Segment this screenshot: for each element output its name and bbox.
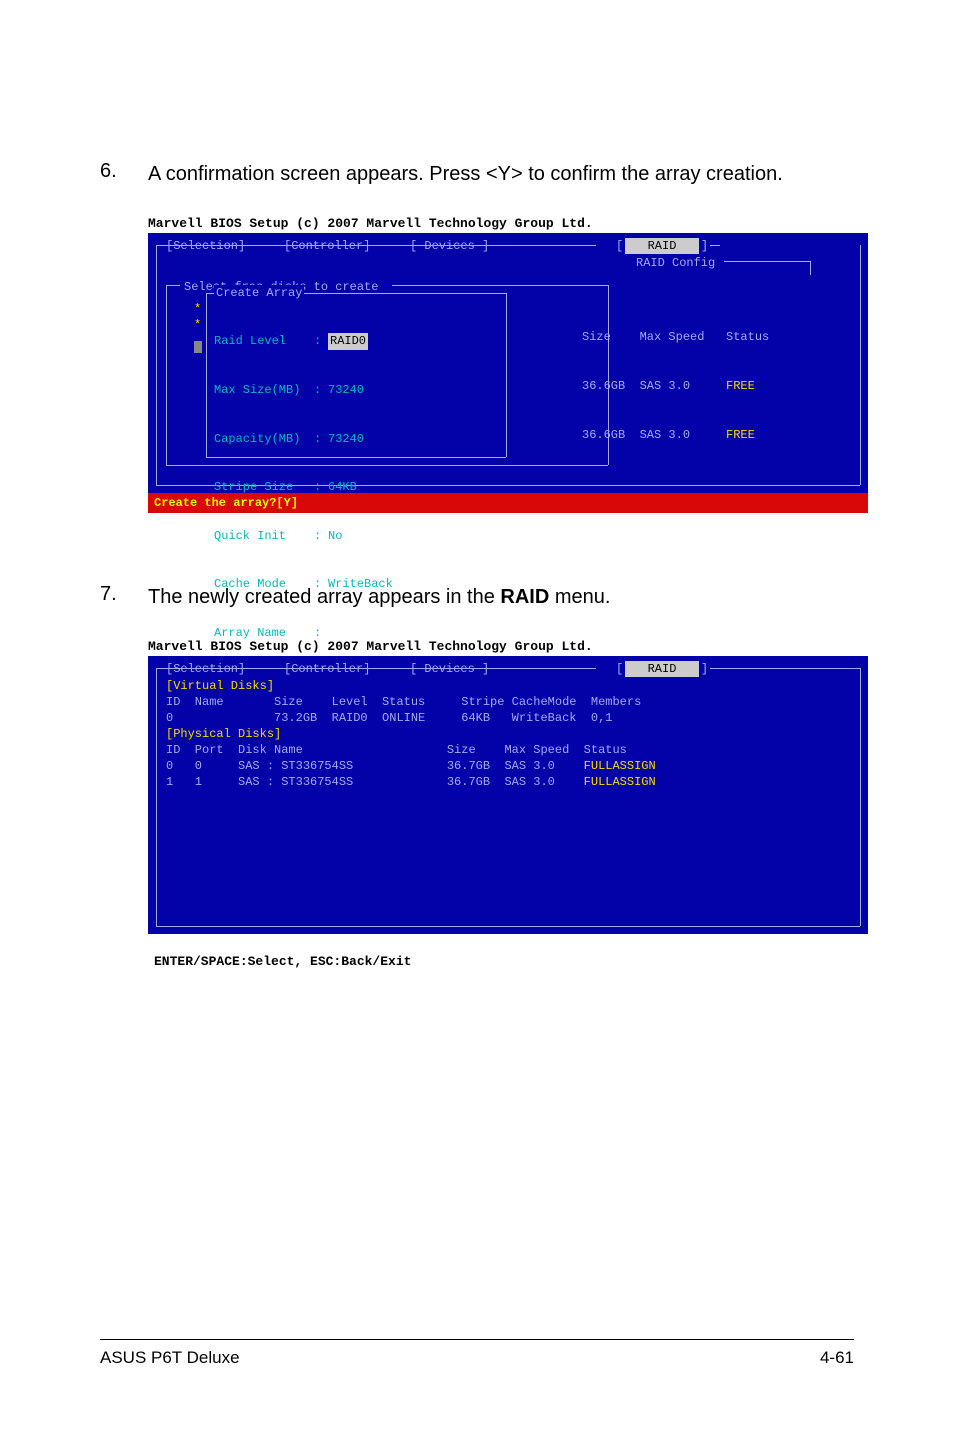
star-icon: * [194, 317, 201, 333]
row-capacity: Capacity(MB):73240 [214, 431, 498, 447]
tab-controller: [Controller] [280, 661, 374, 677]
tab-raid: [ RAID ] [616, 661, 708, 677]
step-text: A confirmation screen appears. Press <Y>… [148, 160, 783, 188]
row-quick-init: Quick Init:No [214, 528, 498, 544]
free-disks-header: Size Max Speed Status [582, 329, 850, 345]
create-array-prompt: Create the array?[Y] [148, 493, 868, 513]
step-number: 7. [100, 583, 120, 611]
bios-screenshot-1: Marvell BIOS Setup (c) 2007 Marvell Tech… [148, 216, 854, 513]
step-6: 6. A confirmation screen appears. Press … [100, 160, 854, 188]
tab-devices: [ Devices ] [406, 238, 493, 254]
row-max-size: Max Size(MB):73240 [214, 382, 498, 398]
bios-help-bar: ENTER/SPACE:Select, ESC:Back/Exit [148, 952, 854, 971]
physical-disk-row: 1 1 SAS : ST336754SS 36.7GB SAS 3.0 FULL… [166, 774, 656, 790]
tab-controller: [Controller] [280, 238, 374, 254]
free-disk-row: 36.6GB SAS 3.0 FREE [582, 427, 850, 443]
create-array-title: Create Array [214, 285, 304, 301]
virtual-disks-header: ID Name Size Level Status Stripe CacheMo… [166, 694, 641, 710]
footer-product: ASUS P6T Deluxe [100, 1348, 240, 1368]
create-array-box: Create Array * * Raid Level:RAID0 Max Si… [206, 293, 506, 457]
bios-caption: Marvell BIOS Setup (c) 2007 Marvell Tech… [148, 216, 854, 231]
virtual-disk-row: 0 73.2GB RAID0 ONLINE 64KB WriteBack 0,1 [166, 710, 612, 726]
tab-devices: [ Devices ] [406, 661, 493, 677]
virtual-disks-section: [Virtual Disks] [166, 678, 274, 694]
row-raid-level: Raid Level:RAID0 [214, 333, 498, 349]
raid-config-label: RAID Config [636, 255, 715, 271]
scroll-indicator [194, 341, 202, 353]
physical-disks-header: ID Port Disk Name Size Max Speed Status [166, 742, 627, 758]
step-number: 6. [100, 160, 120, 188]
free-disks-table: Size Max Speed Status 36.6GB SAS 3.0 FRE… [582, 297, 850, 475]
bios-screen-raid-menu: [Selection] [Controller] [ Devices ] [ R… [148, 656, 868, 934]
row-array-name: Array Name: [214, 625, 498, 641]
footer-page-number: 4-61 [820, 1348, 854, 1368]
free-disk-row: 36.6GB SAS 3.0 FREE [582, 378, 850, 394]
physical-disk-row: 0 0 SAS : ST336754SS 36.7GB SAS 3.0 FULL… [166, 758, 656, 774]
page-footer: ASUS P6T Deluxe 4-61 [100, 1339, 854, 1368]
tab-selection: [Selection] [162, 238, 249, 254]
physical-disks-section: [Physical Disks] [166, 726, 281, 742]
tab-selection: [Selection] [162, 661, 249, 677]
bios-screenshot-2: Marvell BIOS Setup (c) 2007 Marvell Tech… [148, 639, 854, 971]
star-icon: * [194, 301, 201, 317]
bios-screen-create-array: [Selection] [Controller] [ Devices ] [ R… [148, 233, 868, 513]
row-cache-mode: Cache Mode:WriteBack [214, 576, 498, 592]
tab-raid: [ RAID ] [616, 238, 708, 254]
